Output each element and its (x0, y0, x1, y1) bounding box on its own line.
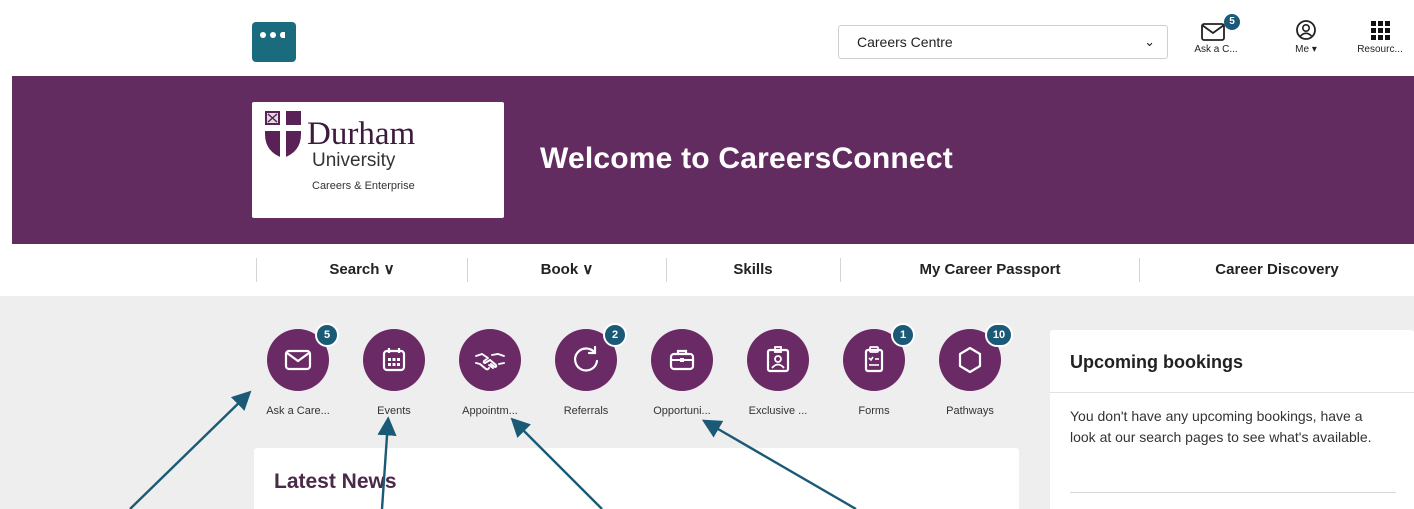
nav-divider (256, 258, 257, 282)
tile-events[interactable]: Events (351, 329, 437, 417)
brand-line-2: University (312, 150, 396, 171)
brand-line-3: Careers & Enterprise (312, 180, 415, 192)
tile-label: Exclusive ... (748, 405, 808, 417)
tile-label: Forms (858, 405, 890, 417)
tile-badge: 10 (985, 323, 1013, 347)
latest-news-title: Latest News (274, 470, 397, 493)
calendar-icon (382, 348, 406, 372)
tile-circle: 10 (939, 323, 1013, 391)
tile-circle (651, 329, 713, 391)
tile-label: Events (377, 405, 411, 417)
tile-badge: 1 (891, 323, 915, 347)
nav-book[interactable]: Book ∨ (468, 244, 666, 296)
tile-circle (747, 329, 809, 391)
tile-label: Appointm... (462, 405, 518, 417)
me-menu-button[interactable]: Me ▾ (1276, 16, 1336, 55)
tile-label: Referrals (563, 405, 609, 417)
tile-badge: 5 (315, 323, 339, 347)
user-circle-icon (1296, 20, 1316, 40)
refresh-icon (574, 345, 599, 372)
nav-career-discovery[interactable]: Career Discovery (1140, 244, 1414, 296)
tile-label: Ask a Care... (266, 405, 330, 417)
app-logo[interactable] (252, 22, 296, 62)
divider (1050, 392, 1414, 393)
clipboard-icon (864, 346, 884, 373)
me-label: Me (1295, 44, 1310, 55)
upcoming-bookings-message: You don't have any upcoming bookings, ha… (1070, 408, 1372, 445)
university-crest-icon (265, 111, 301, 158)
tile-circle (363, 329, 425, 391)
tile-circle: 5 (267, 323, 339, 391)
resources-label: Resourc... (1357, 44, 1403, 55)
envelope-icon (284, 349, 312, 371)
ask-a-careers-top-button[interactable]: 5 Ask a C... (1186, 14, 1246, 55)
grid-icon (1371, 21, 1390, 40)
upcoming-bookings-title: Upcoming bookings (1070, 352, 1243, 372)
caret-down-icon: ▾ (1311, 44, 1317, 55)
main-nav: Search ∨ Book ∨ Skills My Career Passpor… (0, 244, 1414, 296)
briefcase-icon (669, 349, 695, 371)
tile-circle: 1 (843, 323, 915, 391)
tile-forms[interactable]: 1 Forms (831, 323, 917, 417)
context-select-value: Careers Centre (857, 34, 953, 50)
tile-circle: 2 (555, 323, 627, 391)
resources-menu-button[interactable]: Resourc... (1350, 16, 1410, 55)
page-title: Welcome to CareersConnect (540, 142, 953, 175)
latest-news-panel: Latest News (254, 448, 1019, 509)
tile-circle (459, 329, 521, 391)
tile-referrals[interactable]: 2 Referrals (543, 323, 629, 417)
divider (1070, 492, 1396, 493)
id-card-icon (766, 346, 790, 373)
dashboard-area: 5 Ask a Care... Events Appointm... 2 Ref… (0, 296, 1414, 509)
tile-label: Opportuni... (653, 405, 711, 417)
message-count-badge: 5 (1224, 14, 1240, 30)
nav-skills[interactable]: Skills (667, 244, 839, 296)
brand-line-1: Durham (307, 116, 416, 152)
tile-pathways[interactable]: 10 Pathways (927, 323, 1013, 417)
university-logo: Durham University Careers & Enterprise (252, 102, 504, 218)
tile-exclusive[interactable]: Exclusive ... (735, 329, 821, 417)
handshake-icon (475, 353, 505, 371)
tile-ask-a-careers[interactable]: 5 Ask a Care... (255, 323, 341, 417)
careersconnect-screen: Careers Centre ⌄ 5 Ask a C... Me ▾ Resou… (0, 0, 1414, 509)
nav-my-career-passport[interactable]: My Career Passport (841, 244, 1139, 296)
top-bar: Careers Centre ⌄ 5 Ask a C... Me ▾ Resou… (0, 0, 1414, 76)
context-select[interactable]: Careers Centre ⌄ (838, 25, 1168, 59)
tile-badge: 2 (603, 323, 627, 347)
tile-opportunities[interactable]: Opportuni... (639, 329, 725, 417)
tile-label: Pathways (946, 405, 994, 417)
nav-search[interactable]: Search ∨ (258, 244, 466, 296)
chevron-down-icon: ⌄ (1144, 34, 1155, 49)
tile-appointments[interactable]: Appointm... (447, 329, 533, 417)
hexagon-icon (958, 346, 982, 374)
ask-a-careers-top-label: Ask a C... (1194, 44, 1238, 55)
upcoming-bookings-panel: Upcoming bookings You don't have any upc… (1050, 330, 1414, 509)
